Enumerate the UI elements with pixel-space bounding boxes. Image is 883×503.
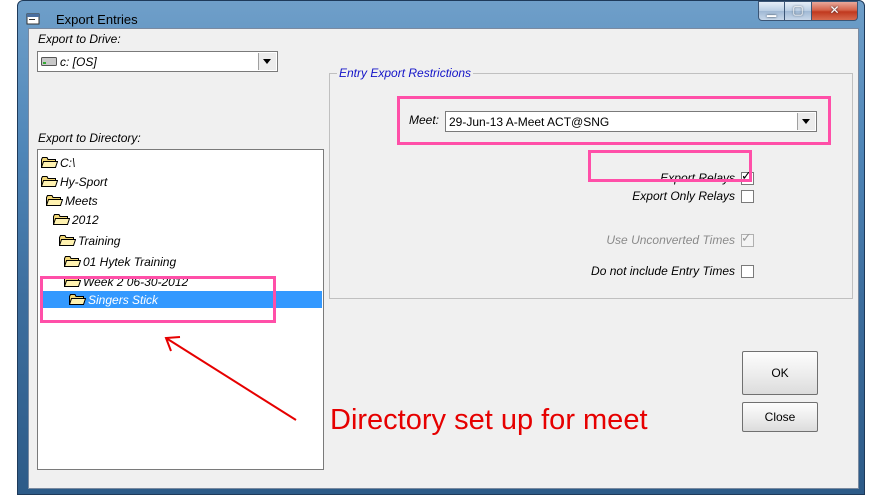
annotation-text: Directory set up for meet bbox=[330, 404, 648, 436]
